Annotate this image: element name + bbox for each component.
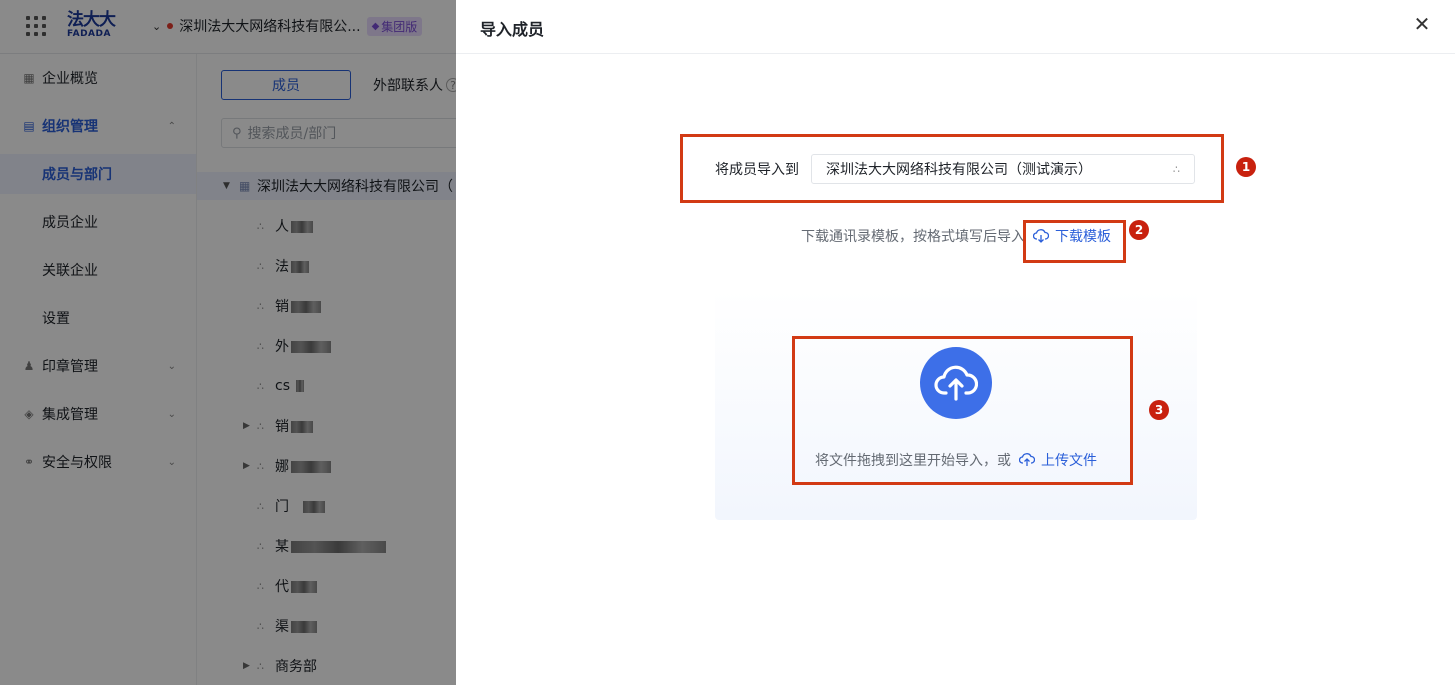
drawer-title: 导入成员 [480,20,545,39]
highlight-box-2 [1023,220,1126,263]
highlight-box-3 [792,336,1133,485]
import-members-drawer: 导入成员 ✕ 将成员导入到 深圳法大大网络科技有限公司（测试演示） ∴ 1 下载… [456,0,1455,685]
template-hint: 下载通讯录模板，按格式填写后导入 [801,229,1025,245]
drawer-header: 导入成员 ✕ [456,0,1455,54]
close-icon[interactable]: ✕ [1411,12,1433,36]
highlight-box-1 [680,134,1224,203]
step-badge-2: 2 [1129,220,1149,240]
modal-overlay[interactable] [0,0,456,685]
step-badge-1: 1 [1236,157,1256,177]
step-badge-3: 3 [1149,400,1169,420]
